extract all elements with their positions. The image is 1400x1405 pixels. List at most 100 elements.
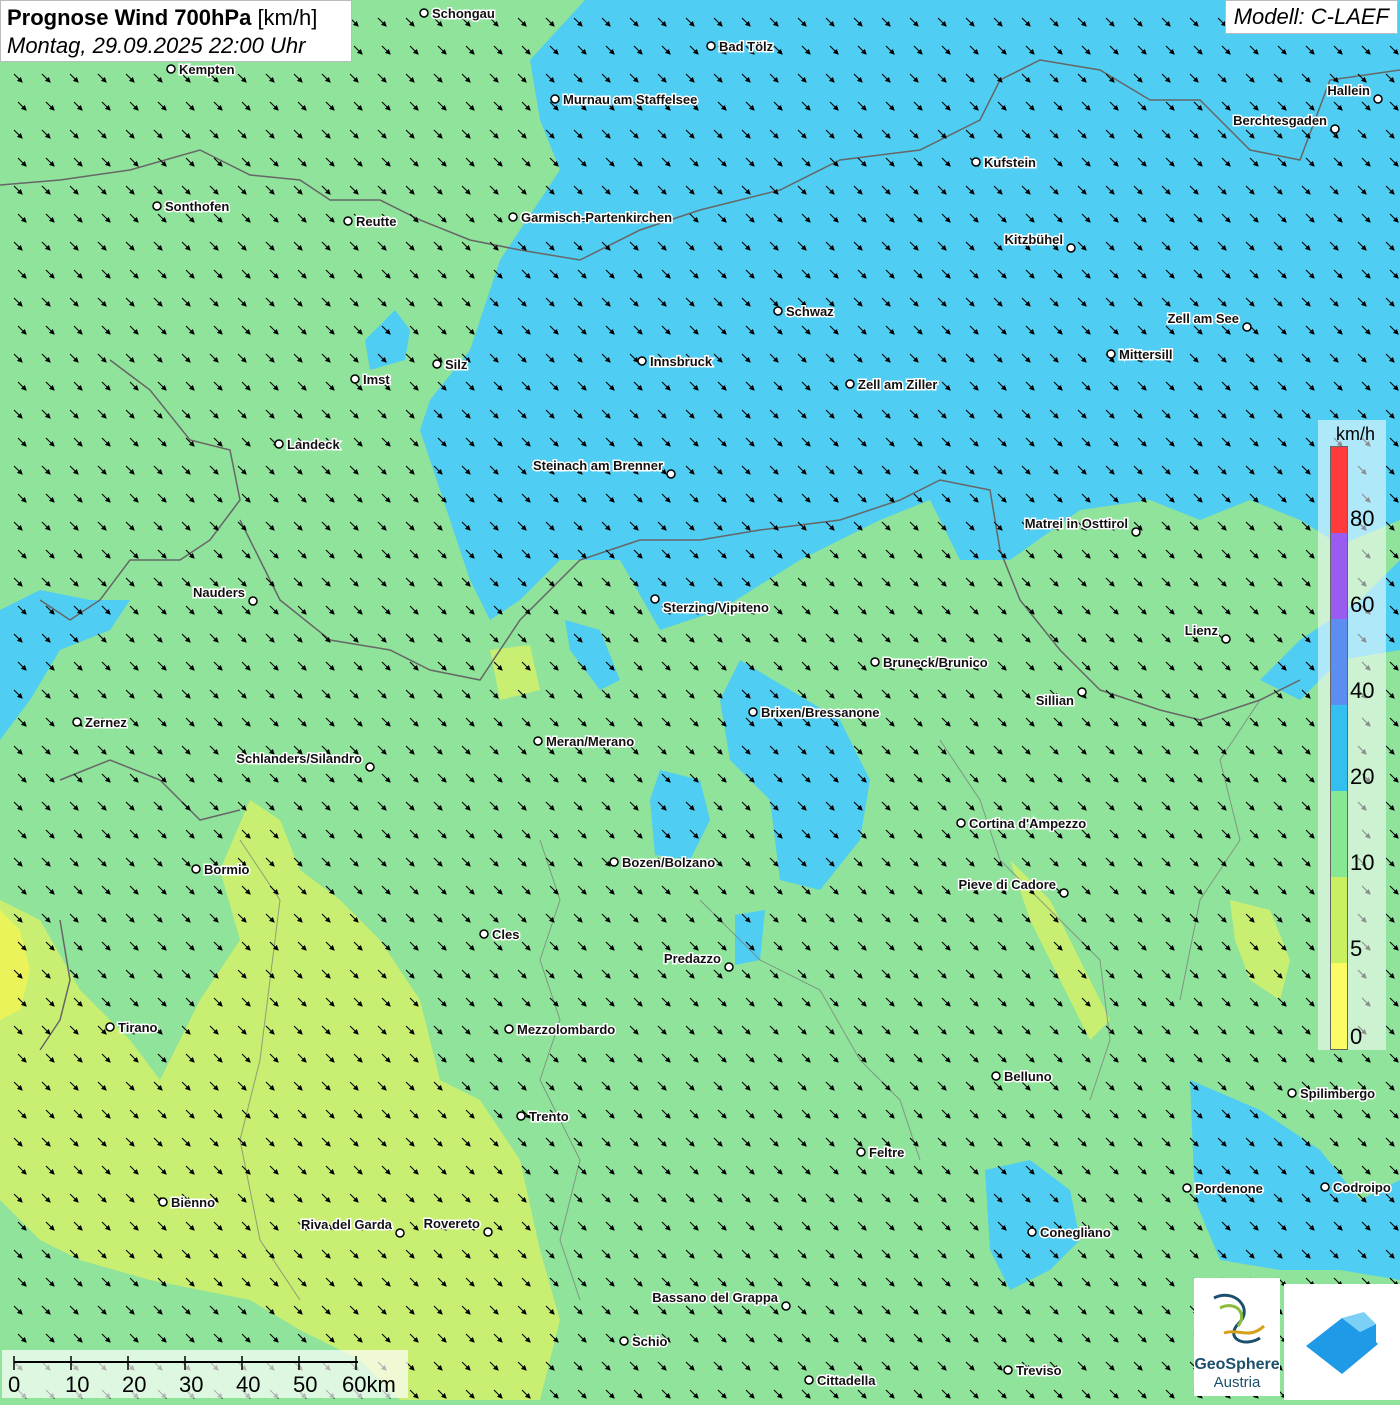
city-dot-icon: [191, 864, 201, 874]
city-marker: Sonthofen: [152, 198, 231, 216]
city-dot-icon: [1059, 888, 1069, 898]
city-label: Pordenone: [1195, 1181, 1263, 1196]
legend-color-segment: [1331, 533, 1347, 619]
city-label: Mezzolombardo: [517, 1022, 615, 1037]
city-label: Lienz: [1185, 623, 1219, 638]
city-label: Zell am Ziller: [858, 377, 937, 392]
city-dot-icon: [781, 1301, 791, 1311]
legend-label: 10: [1350, 850, 1375, 875]
city-marker: Bruneck/Brunico: [870, 654, 989, 672]
city-label: Belluno: [1004, 1069, 1052, 1084]
city-dot-icon: [152, 201, 162, 211]
city-dot-icon: [804, 1375, 814, 1385]
city-dot-icon: [773, 306, 783, 316]
city-label: Feltre: [869, 1145, 904, 1160]
city-dot-icon: [395, 1228, 405, 1238]
legend-color-segment: [1331, 619, 1347, 705]
city-marker: Meran/Merano: [533, 733, 636, 751]
legend-label: 0: [1350, 1024, 1363, 1049]
city-dot-icon: [845, 379, 855, 389]
city-label: Murnau am Staffelsee: [563, 92, 697, 107]
city-label: Cortina d'Ampezzo: [969, 816, 1086, 831]
city-dot-icon: [1221, 634, 1231, 644]
city-label: Schwaz: [786, 304, 834, 319]
city-dot-icon: [1066, 243, 1076, 253]
city-label: Bienno: [171, 1195, 215, 1210]
title-box: Prognose Wind 700hPa [km/h] Montag, 29.0…: [0, 0, 352, 62]
city-dot-icon: [166, 64, 176, 74]
wind-map: Schongau Bad Tölz Kempten Murnau am Staffel…: [0, 0, 1400, 1400]
city-dot-icon: [1106, 349, 1116, 359]
city-label: Kempten: [179, 62, 235, 77]
city-marker: Pordenone: [1182, 1180, 1264, 1198]
city-marker: Murnau am Staffelsee: [550, 91, 699, 109]
scale-label: 0: [8, 1372, 21, 1397]
city-label: Meran/Merano: [546, 734, 634, 749]
city-dot-icon: [350, 374, 360, 384]
city-dot-icon: [870, 657, 880, 667]
city-dot-icon: [650, 594, 660, 604]
city-dot-icon: [956, 818, 966, 828]
city-dot-icon: [1330, 124, 1340, 134]
geosphere-logo: GeoSphere Austria: [1194, 1278, 1280, 1396]
city-label: Garmisch-Partenkirchen: [521, 210, 672, 225]
scale-label: 60km: [342, 1372, 396, 1397]
city-label: Bormio: [204, 862, 250, 877]
city-label: Tirano: [118, 1020, 158, 1035]
city-dot-icon: [1027, 1227, 1037, 1237]
city-dot-icon: [483, 1227, 493, 1237]
city-dot-icon: [248, 596, 258, 606]
legend-colorbar: [1330, 446, 1348, 1050]
legend-label: 60: [1350, 592, 1375, 617]
city-dot-icon: [105, 1022, 115, 1032]
city-label: Silz: [445, 357, 468, 372]
city-label: Bozen/Bolzano: [622, 855, 715, 870]
city-label: Trento: [529, 1109, 569, 1124]
city-label: Sterzing/Vipiteno: [663, 600, 769, 615]
city-dot-icon: [1242, 322, 1252, 332]
legend-label: 5: [1350, 936, 1363, 961]
city-label: Zernez: [85, 715, 127, 730]
city-label: Imst: [363, 372, 390, 387]
scale-label: 50: [293, 1372, 318, 1397]
legend-label: 20: [1350, 764, 1375, 789]
city-dot-icon: [72, 717, 82, 727]
app-logo: [1284, 1284, 1400, 1400]
city-label: Hallein: [1327, 83, 1370, 98]
city-dot-icon: [991, 1071, 1001, 1081]
city-dot-icon: [550, 94, 560, 104]
city-label: Steinach am Brenner: [533, 458, 663, 473]
city-dot-icon: [748, 707, 758, 717]
city-label: Cles: [492, 927, 519, 942]
city-dot-icon: [1287, 1088, 1297, 1098]
city-label: Berchtesgaden: [1233, 113, 1327, 128]
city-label: Nauders: [193, 585, 245, 600]
city-dot-icon: [533, 736, 543, 746]
city-marker: Zell am Ziller: [845, 376, 939, 394]
geosphere-emblem-icon: [1213, 1293, 1266, 1344]
city-label: Reutte: [356, 214, 396, 229]
city-marker: Mezzolombardo: [504, 1021, 617, 1039]
city-label: Matrei in Osttirol: [1025, 516, 1128, 531]
title-unit: [km/h]: [257, 5, 318, 30]
city-dot-icon: [724, 962, 734, 972]
city-dot-icon: [432, 359, 442, 369]
city-dot-icon: [971, 157, 981, 167]
city-dot-icon: [365, 762, 375, 772]
city-label: Mittersill: [1119, 347, 1172, 362]
city-dot-icon: [666, 469, 676, 479]
city-label: Innsbruck: [650, 354, 713, 369]
scale-label: 20: [122, 1372, 147, 1397]
city-dot-icon: [637, 356, 647, 366]
city-dot-icon: [619, 1336, 629, 1346]
city-dot-icon: [1182, 1183, 1192, 1193]
title-bold: Prognose Wind 700hPa: [7, 5, 252, 30]
city-label: Brixen/Bressanone: [761, 705, 880, 720]
city-label: Sonthofen: [165, 199, 229, 214]
model-label: Modell: C-LAEF: [1224, 0, 1398, 34]
city-dot-icon: [479, 929, 489, 939]
city-dot-icon: [343, 216, 353, 226]
city-label: Schio: [632, 1334, 667, 1349]
scale-label: 10: [65, 1372, 90, 1397]
scale-bar: 0 10 20 30 40 50 60km: [2, 1350, 408, 1398]
